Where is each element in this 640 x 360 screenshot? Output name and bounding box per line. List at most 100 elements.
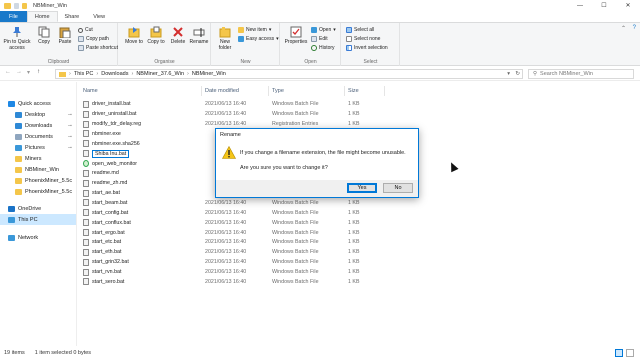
- minimize-button[interactable]: —: [568, 0, 592, 11]
- sidebar-item[interactable]: NBMiner_Win: [0, 164, 76, 175]
- cut-button[interactable]: Cut: [78, 26, 93, 34]
- breadcrumb-nbminer-37-6-win[interactable]: NBMiner_37.6_Win: [136, 71, 184, 77]
- file-row[interactable]: driver_uninstall.bat 2021/06/13 16:40 Wind…: [83, 109, 383, 119]
- file-row[interactable]: start_sero.bat 2021/06/13 16:40 Windows Ba…: [83, 277, 383, 287]
- no-button[interactable]: No: [383, 183, 413, 193]
- open-icon: [311, 27, 317, 33]
- tab-share[interactable]: Share: [58, 11, 87, 22]
- rename-button[interactable]: Rename: [188, 26, 210, 46]
- breadcrumb-downloads[interactable]: Downloads: [101, 71, 128, 77]
- file-date: 2021/06/13 16:40: [205, 269, 247, 275]
- sidebar-item[interactable]: OneDrive: [0, 203, 76, 214]
- chevron-down-icon: ▾: [276, 36, 279, 42]
- easy-access-button[interactable]: Easy access ▾: [238, 35, 279, 43]
- edit-button[interactable]: Edit: [311, 35, 328, 43]
- select-none-button[interactable]: Select none: [346, 35, 380, 43]
- file-row[interactable]: start_config.bat 2021/06/13 16:40 Windows …: [83, 208, 383, 218]
- file-name: start_sero.bat: [92, 278, 125, 285]
- column-header-date[interactable]: Date modified: [202, 86, 269, 96]
- tab-view[interactable]: View: [86, 11, 112, 22]
- copy-path-button[interactable]: Copy path: [78, 35, 109, 43]
- file-name: start_rvn.bat: [92, 269, 122, 275]
- search-input[interactable]: ⚲ Search NBMiner_Win: [528, 69, 634, 79]
- sidebar-item-label: PhoenixMiner_5.5c: [25, 177, 73, 184]
- sidebar-item[interactable]: Pictures ⊸: [0, 142, 76, 153]
- column-header-size[interactable]: Size: [345, 86, 385, 96]
- properties-button[interactable]: Properties: [283, 26, 309, 46]
- paste-button[interactable]: Paste: [54, 26, 76, 46]
- file-icon: [83, 258, 89, 266]
- move-to-button[interactable]: Move to: [123, 26, 145, 46]
- sidebar-item[interactable]: Network: [0, 232, 76, 243]
- yes-button[interactable]: Yes: [347, 183, 377, 193]
- copy-button[interactable]: Copy: [33, 26, 55, 46]
- file-row[interactable]: start_rvn.bat 2021/06/13 16:40 Windows Bat…: [83, 267, 383, 277]
- properties-icon[interactable]: [14, 2, 19, 9]
- new-folder-icon[interactable]: [22, 2, 27, 9]
- delete-button[interactable]: Delete: [167, 26, 189, 46]
- file-row[interactable]: start_etc.bat 2021/06/13 16:40 Windows Bat…: [83, 238, 383, 248]
- sidebar-item[interactable]: Downloads ⊸: [0, 120, 76, 131]
- file-date: 2021/06/13 16:40: [205, 111, 247, 118]
- maximize-button[interactable]: ☐: [592, 0, 616, 11]
- file-name: start_conflux.bat: [92, 219, 131, 226]
- file-icon: [83, 150, 89, 158]
- column-header-name[interactable]: Name: [80, 86, 202, 96]
- recent-locations-icon[interactable]: ▾: [27, 69, 30, 76]
- new-folder-button[interactable]: New folder: [214, 26, 236, 51]
- sidebar-item[interactable]: PhoenixMiner_5.5c: [0, 175, 76, 186]
- sidebar-item[interactable]: Documents ⊸: [0, 131, 76, 142]
- copy-to-button[interactable]: Copy to: [145, 26, 167, 46]
- sidebar-item[interactable]: This PC: [0, 214, 76, 225]
- pane-divider[interactable]: [76, 82, 77, 346]
- open-button[interactable]: Open ▾: [311, 26, 336, 34]
- sidebar-item-label: Desktop: [25, 111, 46, 118]
- sidebar-item[interactable]: Quick access: [0, 98, 76, 109]
- pin-quick-access-button[interactable]: Pin to Quick access: [3, 26, 31, 51]
- refresh-button[interactable]: ↻: [515, 71, 520, 77]
- window-title: NBMiner_Win: [33, 2, 67, 9]
- history-button[interactable]: History: [311, 44, 335, 52]
- help-icon[interactable]: ?: [633, 25, 636, 31]
- copy-path-icon: [78, 36, 84, 42]
- tab-file[interactable]: File: [0, 11, 27, 22]
- breadcrumb[interactable]: › This PC › Downloads › NBMiner_37.6_Win…: [55, 69, 523, 79]
- details-view-icon[interactable]: [615, 349, 623, 357]
- file-row[interactable]: start_ergo.bat 2021/06/13 16:40 Windows Ba…: [83, 228, 383, 238]
- file-row[interactable]: start_eth.bat 2021/06/13 16:40 Windows Bat…: [83, 247, 383, 257]
- back-button[interactable]: ←: [5, 69, 11, 75]
- up-button[interactable]: ↑: [37, 69, 40, 75]
- move-to-icon: [128, 26, 140, 38]
- address-dropdown-icon[interactable]: ▾: [507, 71, 510, 77]
- breadcrumb-this-pc[interactable]: This PC: [74, 71, 94, 77]
- dialog-title: Rename: [220, 132, 241, 138]
- sidebar-item-label: Miners: [25, 155, 42, 162]
- close-button[interactable]: ✕: [616, 0, 640, 11]
- large-icons-view-icon[interactable]: [626, 349, 634, 357]
- forward-button[interactable]: →: [16, 69, 22, 75]
- invert-selection-button[interactable]: Invert selection: [346, 44, 388, 52]
- sidebar-item[interactable]: Desktop ⊸: [0, 109, 76, 120]
- file-name: start_etc.bat: [92, 239, 122, 246]
- select-all-button[interactable]: Select all: [346, 26, 374, 34]
- rename-input[interactable]: Shiba Inu.bat: [92, 149, 130, 158]
- file-row[interactable]: driver_install.bat 2021/06/13 16:40 Window…: [83, 100, 383, 110]
- sidebar-item[interactable]: PhoenixMiner_5.5c: [0, 186, 76, 197]
- file-name: start_ae.bat: [92, 190, 120, 197]
- file-row[interactable]: start_conflux.bat 2021/06/13 16:40 Windows…: [83, 218, 383, 228]
- breadcrumb-nbminer-win[interactable]: NBMiner_Win: [192, 71, 226, 77]
- column-header-type[interactable]: Type: [269, 86, 345, 96]
- tab-home[interactable]: Home: [26, 11, 58, 22]
- desktop-icon: [15, 111, 22, 118]
- file-row[interactable]: start_beam.bat 2021/06/13 16:40 Windows Ba…: [83, 198, 383, 208]
- sidebar-item[interactable]: Miners: [0, 153, 76, 164]
- file-row[interactable]: start_grin32.bat 2021/06/13 16:40 Windows …: [83, 257, 383, 267]
- documents-icon: [15, 133, 22, 140]
- file-date: 2021/06/13 16:40: [205, 101, 247, 108]
- new-item-button[interactable]: New item ▾: [238, 26, 271, 34]
- paste-shortcut-button[interactable]: Paste shortcut: [78, 44, 118, 52]
- file-type: Windows Batch File: [272, 259, 319, 266]
- file-type: Windows Batch File: [272, 111, 319, 118]
- file-name: start_beam.bat: [92, 199, 128, 206]
- ribbon-collapse-icon[interactable]: ⌃: [621, 25, 626, 32]
